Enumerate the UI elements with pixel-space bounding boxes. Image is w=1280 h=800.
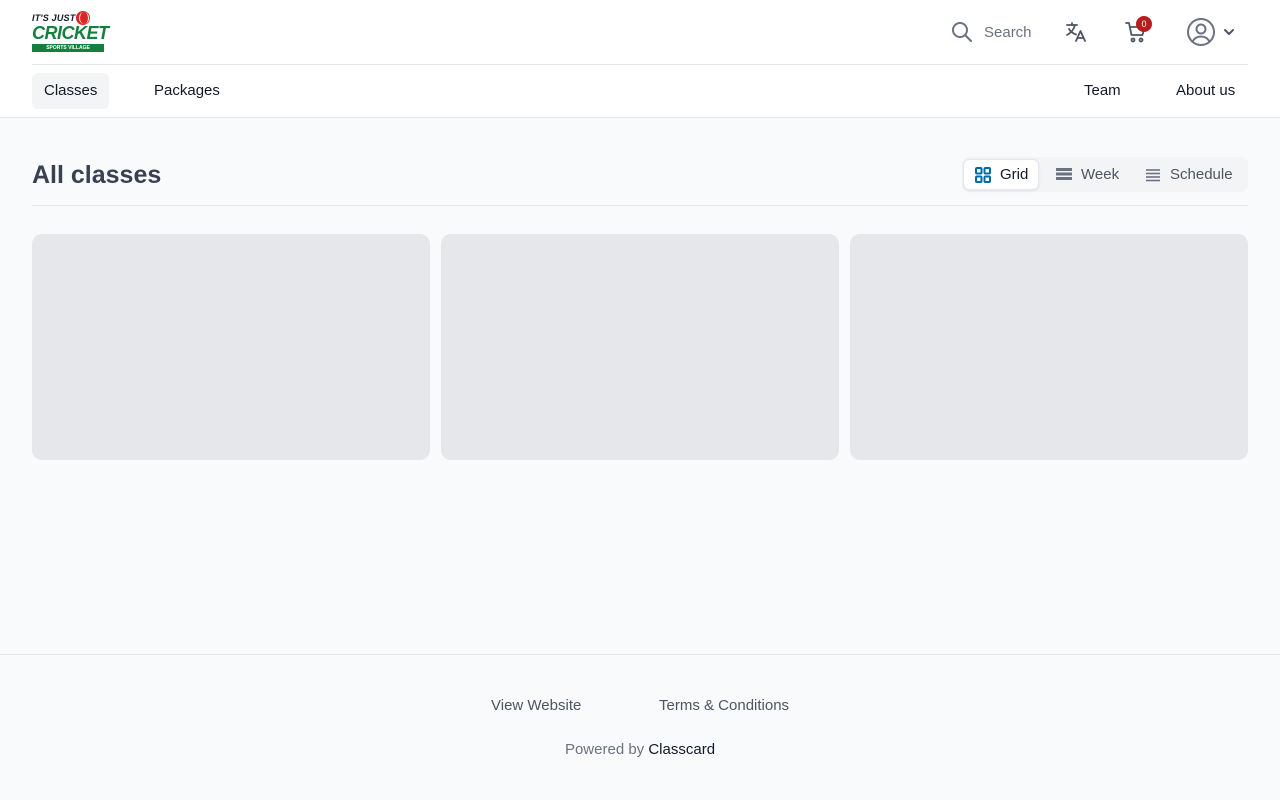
search-button[interactable]: Search	[950, 20, 1032, 44]
view-schedule-button[interactable]: Schedule	[1134, 159, 1243, 190]
nav-item-packages[interactable]: Packages	[142, 73, 232, 109]
site-header: IT'S JUST CRICKET SPORTS VILLAGE Search	[0, 0, 1280, 118]
powered-by-prefix: Powered by	[564, 741, 645, 758]
chevron-down-icon	[1224, 29, 1234, 35]
search-icon	[952, 22, 972, 42]
footer-link-view-website[interactable]: View Website	[491, 696, 581, 716]
search-label: Search	[984, 23, 1032, 41]
view-schedule-label: Schedule	[1170, 166, 1233, 183]
logo-wordmark: CRICKET	[32, 23, 109, 43]
title-divider	[32, 205, 1248, 206]
site-footer: View Website Terms & Conditions Powered …	[0, 654, 1280, 800]
nav-item-about-us[interactable]: About us	[1164, 73, 1247, 109]
view-toggle: Grid Week Schedule	[962, 157, 1248, 192]
logo-band: SPORTS VILLAGE	[32, 44, 104, 52]
view-week-label: Week	[1081, 166, 1120, 183]
view-week-button[interactable]: Week	[1045, 159, 1129, 190]
class-card-placeholder	[32, 234, 430, 460]
week-icon	[1056, 167, 1072, 180]
list-icon	[1146, 168, 1160, 181]
grid-icon	[975, 166, 991, 183]
top-bar: IT'S JUST CRICKET SPORTS VILLAGE Search	[32, 0, 1248, 65]
page-title: All classes	[32, 161, 162, 189]
user-circle-icon	[1187, 18, 1215, 46]
translate-icon	[1066, 22, 1086, 42]
nav-item-classes[interactable]: Classes	[32, 73, 110, 109]
logo-tagline: IT'S JUST	[32, 13, 76, 23]
brand-logo[interactable]: IT'S JUST CRICKET SPORTS VILLAGE	[32, 11, 109, 52]
classcard-link[interactable]: Classcard	[648, 741, 715, 758]
view-grid-label: Grid	[1000, 166, 1029, 183]
view-grid-button[interactable]: Grid	[963, 159, 1040, 190]
nav-item-team[interactable]: Team	[1072, 73, 1133, 109]
main-nav: Classes Packages Team About us	[32, 73, 1248, 109]
powered-by: Powered by Classcard	[0, 740, 1280, 760]
language-button[interactable]	[1064, 20, 1088, 44]
class-card-placeholder	[441, 234, 839, 460]
class-card-placeholder	[850, 234, 1248, 460]
cart-count-badge: 0	[1136, 16, 1152, 32]
account-menu-button[interactable]	[1186, 17, 1236, 47]
footer-link-terms[interactable]: Terms & Conditions	[659, 696, 789, 716]
